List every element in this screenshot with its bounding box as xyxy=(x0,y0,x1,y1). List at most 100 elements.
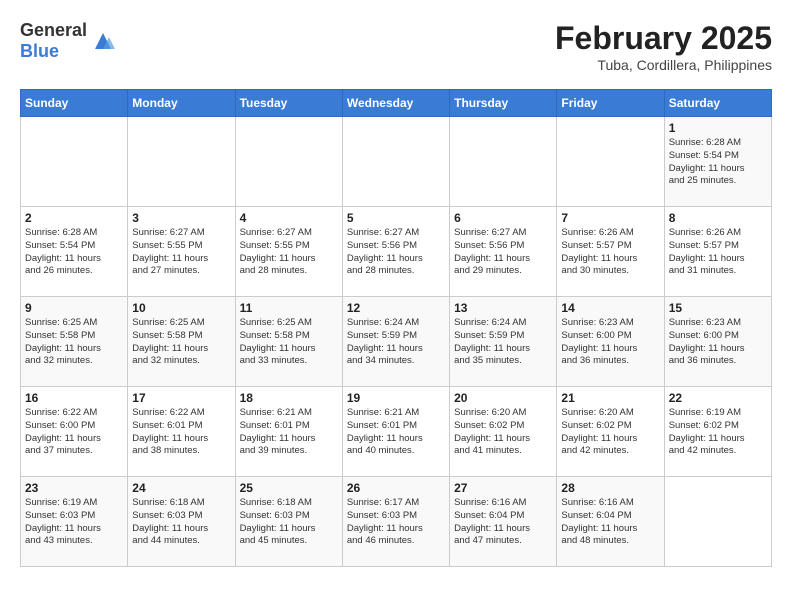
calendar-cell xyxy=(128,117,235,207)
calendar-cell: 23 Sunrise: 6:19 AM Sunset: 6:03 PM Dayli… xyxy=(21,477,128,567)
location-subtitle: Tuba, Cordillera, Philippines xyxy=(555,57,772,73)
calendar-cell xyxy=(21,117,128,207)
day-number: 25 xyxy=(240,481,338,495)
calendar-cell: 11Sunrise: 6:25 AM Sunset: 5:58 PM Dayli… xyxy=(235,297,342,387)
day-info: Sunrise: 6:27 AM Sunset: 5:56 PM Dayligh… xyxy=(454,227,552,278)
day-info: Sunrise: 6:21 AM Sunset: 6:01 PM Dayligh… xyxy=(240,407,338,458)
calendar-cell: 10 Sunrise: 6:25 AM Sunset: 5:58 PM Dayli… xyxy=(128,297,235,387)
day-number: 21 xyxy=(561,391,659,405)
calendar-cell: 3Sunrise: 6:27 AM Sunset: 5:55 PM Daylig… xyxy=(128,207,235,297)
day-number: 1 xyxy=(669,121,767,135)
calendar-cell: 27 Sunrise: 6:16 AM Sunset: 6:04 PM Dayli… xyxy=(450,477,557,567)
calendar-cell xyxy=(450,117,557,207)
day-info: Sunrise: 6:23 AM Sunset: 6:00 PM Dayligh… xyxy=(561,317,659,368)
col-header-friday: Friday xyxy=(557,90,664,117)
day-info: Sunrise: 6:17 AM Sunset: 6:03 PM Dayligh… xyxy=(347,497,445,548)
day-info: Sunrise: 6:21 AM Sunset: 6:01 PM Dayligh… xyxy=(347,407,445,458)
day-info: Sunrise: 6:27 AM Sunset: 5:55 PM Dayligh… xyxy=(240,227,338,278)
calendar-cell: 8 Sunrise: 6:26 AM Sunset: 5:57 PM Daylig… xyxy=(664,207,771,297)
day-info: Sunrise: 6:23 AM Sunset: 6:00 PM Dayligh… xyxy=(669,317,767,368)
calendar-cell: 12 Sunrise: 6:24 AM Sunset: 5:59 PM Dayli… xyxy=(342,297,449,387)
day-info: Sunrise: 6:26 AM Sunset: 5:57 PM Dayligh… xyxy=(669,227,767,278)
day-info: Sunrise: 6:24 AM Sunset: 5:59 PM Dayligh… xyxy=(347,317,445,368)
calendar-cell: 26 Sunrise: 6:17 AM Sunset: 6:03 PM Dayli… xyxy=(342,477,449,567)
calendar-cell xyxy=(342,117,449,207)
calendar-cell: 28Sunrise: 6:16 AM Sunset: 6:04 PM Dayli… xyxy=(557,477,664,567)
calendar-cell: 15 Sunrise: 6:23 AM Sunset: 6:00 PM Dayli… xyxy=(664,297,771,387)
logo-text-general: General xyxy=(20,20,87,40)
col-header-saturday: Saturday xyxy=(664,90,771,117)
calendar-cell: 14 Sunrise: 6:23 AM Sunset: 6:00 PM Dayli… xyxy=(557,297,664,387)
calendar-cell: 1Sunrise: 6:28 AM Sunset: 5:54 PM Daylig… xyxy=(664,117,771,207)
calendar-cell: 21 Sunrise: 6:20 AM Sunset: 6:02 PM Dayli… xyxy=(557,387,664,477)
day-number: 27 xyxy=(454,481,552,495)
col-header-tuesday: Tuesday xyxy=(235,90,342,117)
calendar-cell: 2 Sunrise: 6:28 AM Sunset: 5:54 PM Daylig… xyxy=(21,207,128,297)
col-header-wednesday: Wednesday xyxy=(342,90,449,117)
day-info: Sunrise: 6:18 AM Sunset: 6:03 PM Dayligh… xyxy=(240,497,338,548)
calendar-week-row: 23 Sunrise: 6:19 AM Sunset: 6:03 PM Dayli… xyxy=(21,477,772,567)
month-year-title: February 2025 xyxy=(555,20,772,57)
day-info: Sunrise: 6:20 AM Sunset: 6:02 PM Dayligh… xyxy=(561,407,659,458)
calendar-cell: 18 Sunrise: 6:21 AM Sunset: 6:01 PM Dayli… xyxy=(235,387,342,477)
day-number: 6 xyxy=(454,211,552,225)
calendar-cell xyxy=(557,117,664,207)
calendar-cell xyxy=(235,117,342,207)
calendar-cell: 20 Sunrise: 6:20 AM Sunset: 6:02 PM Dayli… xyxy=(450,387,557,477)
day-number: 26 xyxy=(347,481,445,495)
calendar-cell: 24 Sunrise: 6:18 AM Sunset: 6:03 PM Dayli… xyxy=(128,477,235,567)
calendar-cell: 13 Sunrise: 6:24 AM Sunset: 5:59 PM Dayli… xyxy=(450,297,557,387)
calendar-cell: 5Sunrise: 6:27 AM Sunset: 5:56 PM Daylig… xyxy=(342,207,449,297)
day-number: 8 xyxy=(669,211,767,225)
logo-icon xyxy=(89,27,117,55)
col-header-monday: Monday xyxy=(128,90,235,117)
day-number: 18 xyxy=(240,391,338,405)
day-number: 7 xyxy=(561,211,659,225)
day-number: 13 xyxy=(454,301,552,315)
day-info: Sunrise: 6:27 AM Sunset: 5:56 PM Dayligh… xyxy=(347,227,445,278)
day-number: 17 xyxy=(132,391,230,405)
title-block: February 2025 Tuba, Cordillera, Philippi… xyxy=(555,20,772,73)
day-number: 10 xyxy=(132,301,230,315)
day-number: 15 xyxy=(669,301,767,315)
logo: General Blue xyxy=(20,20,117,62)
calendar-cell xyxy=(664,477,771,567)
calendar-week-row: 16 Sunrise: 6:22 AM Sunset: 6:00 PM Dayli… xyxy=(21,387,772,477)
day-info: Sunrise: 6:28 AM Sunset: 5:54 PM Dayligh… xyxy=(25,227,123,278)
day-info: Sunrise: 6:18 AM Sunset: 6:03 PM Dayligh… xyxy=(132,497,230,548)
day-info: Sunrise: 6:24 AM Sunset: 5:59 PM Dayligh… xyxy=(454,317,552,368)
day-number: 3 xyxy=(132,211,230,225)
day-info: Sunrise: 6:22 AM Sunset: 6:00 PM Dayligh… xyxy=(25,407,123,458)
calendar-week-row: 9Sunrise: 6:25 AM Sunset: 5:58 PM Daylig… xyxy=(21,297,772,387)
day-number: 28 xyxy=(561,481,659,495)
day-info: Sunrise: 6:26 AM Sunset: 5:57 PM Dayligh… xyxy=(561,227,659,278)
calendar-table: SundayMondayTuesdayWednesdayThursdayFrid… xyxy=(20,89,772,567)
day-info: Sunrise: 6:22 AM Sunset: 6:01 PM Dayligh… xyxy=(132,407,230,458)
day-number: 23 xyxy=(25,481,123,495)
day-info: Sunrise: 6:16 AM Sunset: 6:04 PM Dayligh… xyxy=(454,497,552,548)
day-number: 2 xyxy=(25,211,123,225)
day-number: 12 xyxy=(347,301,445,315)
day-number: 20 xyxy=(454,391,552,405)
calendar-cell: 16 Sunrise: 6:22 AM Sunset: 6:00 PM Dayli… xyxy=(21,387,128,477)
calendar-cell: 9Sunrise: 6:25 AM Sunset: 5:58 PM Daylig… xyxy=(21,297,128,387)
day-number: 16 xyxy=(25,391,123,405)
calendar-cell: 22Sunrise: 6:19 AM Sunset: 6:02 PM Dayli… xyxy=(664,387,771,477)
calendar-cell: 19Sunrise: 6:21 AM Sunset: 6:01 PM Dayli… xyxy=(342,387,449,477)
col-header-thursday: Thursday xyxy=(450,90,557,117)
day-info: Sunrise: 6:25 AM Sunset: 5:58 PM Dayligh… xyxy=(240,317,338,368)
calendar-cell: 7 Sunrise: 6:26 AM Sunset: 5:57 PM Daylig… xyxy=(557,207,664,297)
calendar-week-row: 1Sunrise: 6:28 AM Sunset: 5:54 PM Daylig… xyxy=(21,117,772,207)
day-number: 24 xyxy=(132,481,230,495)
calendar-cell: 25 Sunrise: 6:18 AM Sunset: 6:03 PM Dayli… xyxy=(235,477,342,567)
day-info: Sunrise: 6:25 AM Sunset: 5:58 PM Dayligh… xyxy=(132,317,230,368)
day-info: Sunrise: 6:20 AM Sunset: 6:02 PM Dayligh… xyxy=(454,407,552,458)
day-info: Sunrise: 6:25 AM Sunset: 5:58 PM Dayligh… xyxy=(25,317,123,368)
logo-text-blue: Blue xyxy=(20,41,59,61)
calendar-cell: 4 Sunrise: 6:27 AM Sunset: 5:55 PM Daylig… xyxy=(235,207,342,297)
day-number: 4 xyxy=(240,211,338,225)
page-header: General Blue February 2025 Tuba, Cordill… xyxy=(20,20,772,73)
day-info: Sunrise: 6:19 AM Sunset: 6:03 PM Dayligh… xyxy=(25,497,123,548)
logo-general-text: General Blue xyxy=(20,20,87,62)
day-number: 14 xyxy=(561,301,659,315)
